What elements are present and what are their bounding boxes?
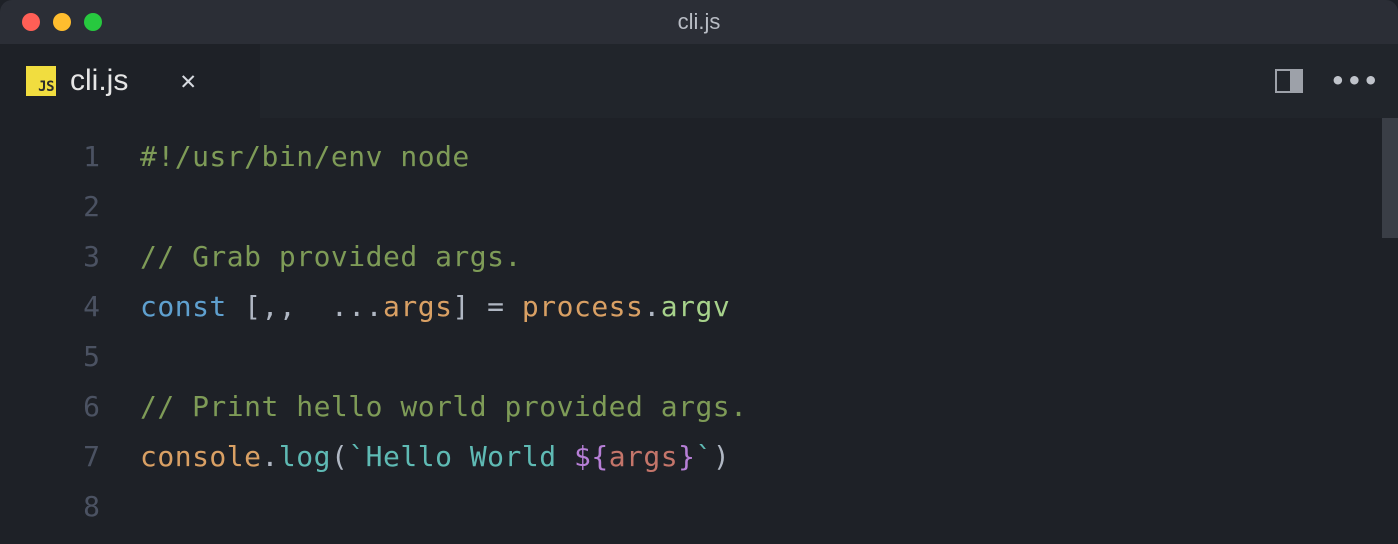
split-editor-icon[interactable] (1275, 69, 1303, 93)
line-number: 8 (0, 482, 100, 532)
identifier-console: console (140, 440, 262, 473)
punct: ) (713, 440, 730, 473)
interp-close: } (678, 440, 695, 473)
shebang: #!/usr/bin/env node (140, 140, 470, 173)
editor[interactable]: 1 2 3 4 5 6 7 8 #!/usr/bin/env node // G… (0, 118, 1398, 544)
maximize-window-button[interactable] (84, 13, 102, 31)
window-title: cli.js (0, 9, 1398, 35)
traffic-lights (0, 13, 102, 31)
line-number: 7 (0, 432, 100, 482)
comment: // Print hello world provided args. (140, 390, 748, 423)
scrollbar-thumb[interactable] (1382, 118, 1398, 238)
code-line[interactable]: console.log(`Hello World ${args}`) (140, 432, 1398, 482)
string-literal: Hello World (366, 440, 574, 473)
code-line[interactable]: // Grab provided args. (140, 232, 1398, 282)
more-actions-icon[interactable]: ••• (1331, 67, 1380, 95)
code-line[interactable] (140, 332, 1398, 382)
punct: [,, ... (227, 290, 383, 323)
interp-var: args (609, 440, 678, 473)
identifier-process: process (522, 290, 644, 323)
method-log: log (279, 440, 331, 473)
line-number: 5 (0, 332, 100, 382)
line-number-gutter: 1 2 3 4 5 6 7 8 (0, 118, 140, 544)
punct: ( (331, 440, 348, 473)
punct: . (643, 290, 660, 323)
backtick: ` (348, 440, 365, 473)
line-number: 2 (0, 182, 100, 232)
close-window-button[interactable] (22, 13, 40, 31)
line-number: 1 (0, 132, 100, 182)
code-line[interactable]: #!/usr/bin/env node (140, 132, 1398, 182)
property-argv: argv (661, 290, 730, 323)
tabbar-actions: ••• (1275, 44, 1380, 118)
punct: ] = (452, 290, 521, 323)
backtick: ` (695, 440, 712, 473)
javascript-file-icon: JS (26, 66, 56, 96)
line-number: 6 (0, 382, 100, 432)
punct: . (262, 440, 279, 473)
comment: // Grab provided args. (140, 240, 522, 273)
keyword-const: const (140, 290, 227, 323)
close-tab-button[interactable]: ✕ (180, 66, 196, 96)
code-line[interactable]: // Print hello world provided args. (140, 382, 1398, 432)
code-line[interactable] (140, 182, 1398, 232)
tabbar: JS cli.js ✕ ••• (0, 44, 1398, 118)
titlebar: cli.js (0, 0, 1398, 44)
tab-filename: cli.js (70, 64, 128, 98)
minimize-window-button[interactable] (53, 13, 71, 31)
tab-cli-js[interactable]: JS cli.js ✕ (0, 44, 260, 118)
code-line[interactable] (140, 482, 1398, 532)
line-number: 4 (0, 282, 100, 332)
interp-open: ${ (574, 440, 609, 473)
identifier-args: args (383, 290, 452, 323)
line-number: 3 (0, 232, 100, 282)
code-area[interactable]: #!/usr/bin/env node // Grab provided arg… (140, 118, 1398, 544)
code-line[interactable]: const [,, ...args] = process.argv (140, 282, 1398, 332)
